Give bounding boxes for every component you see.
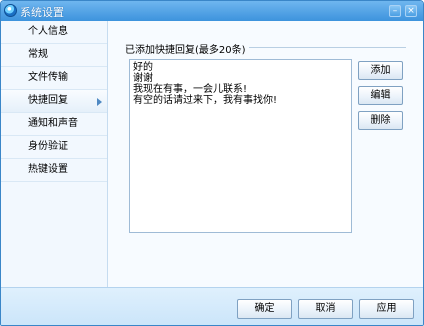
sidebar-item-label: 快捷回复 <box>28 95 68 106</box>
sidebar-item-label: 通知和声音 <box>28 118 78 129</box>
sidebar-item-file-transfer[interactable]: 文件传输 <box>1 67 107 90</box>
settings-sidebar: 个人信息 常规 文件传输 快捷回复 通知和声音 身份验证 热键设置 <box>1 21 108 287</box>
list-item[interactable]: 好的 <box>133 62 348 73</box>
minimize-button[interactable]: – <box>389 5 401 17</box>
apply-button[interactable]: 应用 <box>359 299 414 319</box>
sidebar-item-notifications-sound[interactable]: 通知和声音 <box>1 113 107 136</box>
sidebar-item-quick-reply[interactable]: 快捷回复 <box>1 90 107 113</box>
sidebar-item-label: 常规 <box>28 49 48 60</box>
chevron-right-icon <box>97 98 102 106</box>
list-item[interactable]: 谢谢 <box>133 73 348 84</box>
edit-button[interactable]: 编辑 <box>358 86 403 105</box>
cancel-button[interactable]: 取消 <box>298 299 353 319</box>
window-title: 系统设置 <box>20 6 64 19</box>
sidebar-item-label: 身份验证 <box>28 141 68 152</box>
sidebar-item-hotkeys[interactable]: 热键设置 <box>1 159 107 182</box>
title-bar[interactable]: 系统设置 – × <box>1 1 423 21</box>
settings-window: 系统设置 – × 个人信息 常规 文件传输 快捷回复 通知和声音 身份验证 热键… <box>0 0 424 326</box>
list-item[interactable]: 我现在有事，一会儿联系! <box>133 84 348 95</box>
list-item[interactable]: 有空的话请过来下，我有事找你! <box>133 95 348 106</box>
sidebar-item-personal-info[interactable]: 个人信息 <box>1 21 107 44</box>
sidebar-item-label: 文件传输 <box>28 72 68 83</box>
sidebar-item-identity-verification[interactable]: 身份验证 <box>1 136 107 159</box>
app-logo-icon <box>4 4 17 17</box>
quick-reply-list[interactable]: 好的 谢谢 我现在有事，一会儿联系! 有空的话请过来下，我有事找你! <box>129 59 352 233</box>
delete-button[interactable]: 删除 <box>358 111 403 130</box>
sidebar-item-label: 个人信息 <box>28 26 68 37</box>
close-button[interactable]: × <box>405 5 417 17</box>
add-button[interactable]: 添加 <box>358 61 403 80</box>
sidebar-item-label: 热键设置 <box>28 164 68 175</box>
sidebar-item-general[interactable]: 常规 <box>1 44 107 67</box>
section-title: 已添加快捷回复(最多20条) <box>125 41 249 56</box>
ok-button[interactable]: 确定 <box>237 299 292 319</box>
